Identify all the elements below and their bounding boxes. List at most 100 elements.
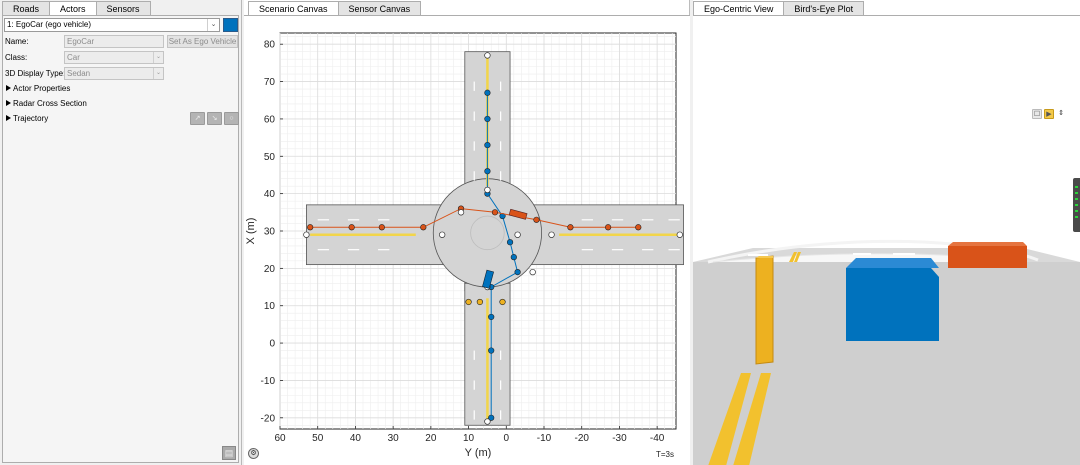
waypoint-marker (506, 239, 514, 246)
section-radar-cross-section[interactable]: Radar Cross Section (6, 98, 87, 110)
scenario-canvas[interactable]: 60 50 40 30 20 10 0 -10 -20 -30 -40 80 70 60 50 40 30 20 1… (244, 15, 690, 465)
road-center-point (484, 52, 491, 59)
y-tick-label: -20 (261, 413, 276, 424)
display-type-dropdown[interactable]: Sedan ⌄ (64, 67, 164, 80)
trajectory-tools: ↗ ↘ ○ (190, 112, 239, 125)
zoom-icon[interactable]: ☐ (1032, 109, 1042, 119)
vehicle-orange-top (948, 242, 1027, 246)
road-center-point (457, 209, 465, 216)
section-trajectory-label: Trajectory (13, 114, 49, 123)
tab-roads[interactable]: Roads (2, 1, 51, 16)
remove-waypoint-icon[interactable]: ↘ (207, 112, 222, 125)
waypoint-marker (484, 141, 491, 149)
name-field[interactable]: EgoCar (64, 35, 164, 48)
y-tick-label: 40 (264, 189, 276, 200)
waypoint-marker (510, 254, 517, 261)
vehicle-blue-top (846, 258, 939, 268)
actor-color-button[interactable] (223, 18, 238, 32)
road-center-point (303, 231, 310, 238)
road-center-point (529, 268, 536, 276)
display-type-value: Sedan (67, 69, 91, 78)
pan-icon[interactable]: ▶ (1044, 109, 1054, 119)
waypoint-marker (635, 224, 642, 231)
right-tab-strip: Ego-Centric View Bird's-Eye Plot (693, 1, 865, 17)
view-side-toggle[interactable] (1073, 178, 1080, 232)
class-label: Class: (5, 53, 28, 62)
y-axis-label: X (m) (245, 218, 257, 245)
ego-3d-view[interactable] (693, 16, 1080, 465)
driving-scenario-designer: Roads Actors Sensors 1: EgoCar (ego vehi… (0, 0, 1080, 465)
chevron-down-icon[interactable]: ⌄ (153, 52, 163, 63)
ego-view-panel: Ego-Centric View Bird's-Eye Plot ☐ ▶ ⇕ (693, 0, 1080, 465)
ego-centric-view[interactable]: ☐ ▶ ⇕ (693, 15, 1080, 465)
class-dropdown[interactable]: Car ⌄ (64, 51, 164, 64)
y-tick-label: 30 (264, 227, 276, 238)
road-center-point (439, 231, 446, 238)
waypoint-marker (605, 224, 612, 231)
actor-select-dropdown[interactable]: 1: EgoCar (ego vehicle) ⌄ (4, 18, 220, 32)
section-trajectory[interactable]: Trajectory (6, 113, 48, 125)
waypoint-marker (533, 216, 540, 223)
waypoint-marker (499, 298, 506, 306)
view-toolbar: ☐ ▶ ⇕ (1032, 109, 1066, 119)
settings-icon[interactable]: ⚙ (248, 448, 259, 459)
waypoint-marker (484, 168, 491, 175)
tab-birds-eye-plot[interactable]: Bird's-Eye Plot (783, 1, 865, 16)
waypoint-marker (514, 268, 521, 276)
waypoint-marker (307, 224, 314, 231)
x-tick-label: 40 (350, 433, 362, 444)
add-waypoint-icon[interactable]: ↗ (190, 112, 205, 125)
chevron-down-icon[interactable]: ⌄ (207, 19, 219, 31)
lane-marking-white (853, 253, 871, 255)
y-tick-label: 50 (264, 152, 276, 163)
y-tick-label: 10 (264, 301, 276, 312)
actor-properties-panel: Roads Actors Sensors 1: EgoCar (ego vehi… (0, 0, 242, 465)
section-radar-cross-section-label: Radar Cross Section (13, 99, 87, 108)
mid-tab-strip: Scenario Canvas Sensor Canvas (248, 1, 422, 17)
waypoint-marker (484, 115, 491, 123)
smooth-trajectory-icon[interactable]: ○ (224, 112, 239, 125)
waypoint-marker (488, 347, 495, 354)
scenario-plot[interactable]: 60 50 40 30 20 10 0 -10 -20 -30 -40 80 70 60 50 40 30 20 1… (244, 16, 690, 465)
x-tick-label: -40 (650, 433, 665, 444)
expand-triangle-icon (6, 115, 11, 121)
expand-triangle-icon (6, 100, 11, 106)
x-tick-label: -20 (574, 433, 589, 444)
class-value: Car (67, 53, 80, 62)
x-tick-label: -30 (612, 433, 627, 444)
lane-marking-white (748, 254, 768, 256)
x-axis-label: Y (m) (465, 447, 492, 459)
waypoint-marker (488, 313, 495, 321)
expand-triangle-icon (6, 85, 11, 91)
section-actor-properties[interactable]: Actor Properties (6, 83, 70, 95)
set-as-ego-vehicle-button[interactable]: Set As Ego Vehicle (167, 35, 238, 48)
waypoint-marker (491, 209, 499, 216)
tab-sensors[interactable]: Sensors (95, 1, 151, 16)
road-center-point (548, 231, 555, 238)
left-tab-strip: Roads Actors Sensors (2, 1, 151, 17)
x-tick-label: 10 (463, 433, 475, 444)
y-tick-label: 20 (264, 264, 276, 275)
waypoint-marker (476, 298, 483, 306)
tab-sensor-canvas[interactable]: Sensor Canvas (337, 1, 422, 16)
x-tick-label: -10 (537, 433, 552, 444)
waypoint-marker (378, 224, 385, 231)
road-center-point (484, 418, 491, 425)
x-tick-label: 30 (388, 433, 400, 444)
trash-icon[interactable]: ▤ (222, 446, 236, 460)
x-tick-label: 50 (312, 433, 324, 444)
waypoint-marker (567, 224, 574, 231)
waypoint-marker (484, 89, 491, 96)
y-tick-label: 80 (264, 40, 276, 51)
waypoint-marker (465, 298, 472, 306)
actor-select-value: 1: EgoCar (ego vehicle) (7, 20, 92, 29)
road-center-point (514, 231, 521, 238)
chevron-down-icon[interactable]: ⌄ (153, 68, 163, 79)
waypoint-marker (348, 224, 355, 231)
lane-marking-white (893, 253, 915, 255)
vehicle-blue (846, 268, 939, 341)
toolbar-scroll-icon[interactable]: ⇕ (1056, 109, 1066, 119)
waypoint-marker (420, 224, 427, 231)
display-type-label: 3D Display Type: (5, 69, 66, 78)
y-tick-label: 0 (269, 339, 275, 350)
